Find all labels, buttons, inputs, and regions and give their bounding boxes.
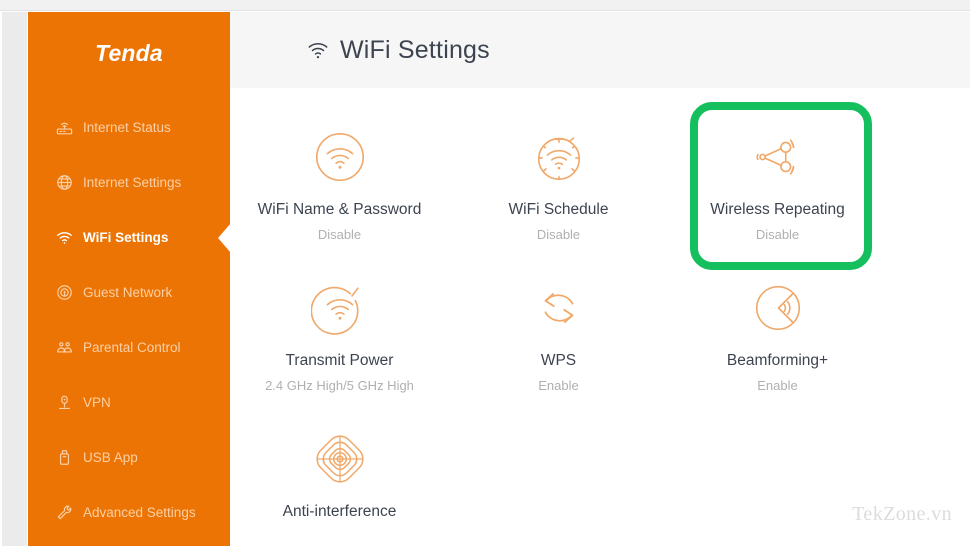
tile-wireless-repeating[interactable]: Wireless Repeating Disable bbox=[668, 102, 887, 270]
tile-label: Beamforming+ bbox=[726, 352, 829, 369]
sidebar-item-label: VPN bbox=[83, 395, 111, 410]
tile-label: Transmit Power bbox=[285, 352, 394, 369]
wifi-icon bbox=[54, 228, 74, 248]
sidebar-item-guest-network[interactable]: Guest Network bbox=[28, 265, 230, 320]
sidebar-item-label: USB App bbox=[83, 450, 138, 465]
anti-interference-icon bbox=[309, 428, 371, 490]
sidebar: Tenda Internet Status Internet Settings … bbox=[28, 12, 231, 546]
page-title: WiFi Settings bbox=[340, 35, 490, 64]
tile-status: Disable bbox=[317, 227, 362, 242]
tile-status: Enable bbox=[757, 378, 798, 393]
sidebar-item-wifi-settings[interactable]: WiFi Settings bbox=[28, 210, 231, 265]
beamforming-icon bbox=[747, 277, 809, 339]
tile-beamforming-plus[interactable]: Beamforming+ Enable bbox=[668, 257, 887, 408]
wireless-repeating-icon bbox=[747, 126, 809, 188]
sidebar-item-label: Guest Network bbox=[83, 285, 173, 300]
tile-wifi-schedule[interactable]: WiFi Schedule Disable bbox=[449, 106, 668, 257]
tile-label: Anti-interference bbox=[282, 503, 397, 520]
vpn-icon bbox=[54, 393, 74, 413]
sidebar-item-internet-status[interactable]: Internet Status bbox=[28, 100, 230, 155]
parental-icon bbox=[54, 338, 74, 358]
sidebar-item-label: Parental Control bbox=[83, 340, 181, 355]
tile-status: 2.4 GHz High/5 GHz High bbox=[265, 378, 414, 393]
tile-wifi-name-password[interactable]: WiFi Name & Password Disable bbox=[230, 106, 449, 257]
sidebar-nav: Internet Status Internet Settings WiFi S… bbox=[28, 100, 231, 540]
tenda-logo: Tenda bbox=[95, 40, 163, 66]
content-area: WiFi Settings WiFi Name & Password Disab… bbox=[230, 12, 970, 546]
transmit-power-icon bbox=[309, 277, 371, 339]
wifi-clock-icon bbox=[528, 126, 590, 188]
tile-row: WiFi Name & Password Disable WiFi Schedu… bbox=[230, 102, 970, 270]
sidebar-item-label: Advanced Settings bbox=[83, 505, 196, 520]
page-header: WiFi Settings bbox=[230, 12, 970, 88]
sidebar-item-label: WiFi Settings bbox=[83, 230, 169, 245]
tile-row: Transmit Power 2.4 GHz High/5 GHz High W… bbox=[230, 257, 970, 408]
sidebar-item-parental-control[interactable]: Parental Control bbox=[28, 320, 230, 375]
tile-label: WiFi Name & Password bbox=[257, 201, 422, 218]
left-gutter bbox=[0, 12, 27, 546]
tile-transmit-power[interactable]: Transmit Power 2.4 GHz High/5 GHz High bbox=[230, 257, 449, 408]
wifi-circle-icon bbox=[309, 126, 371, 188]
tile-row: Anti-interference bbox=[230, 408, 970, 546]
sidebar-item-advanced-settings[interactable]: Advanced Settings bbox=[28, 485, 230, 540]
tile-label: WiFi Schedule bbox=[508, 201, 609, 218]
browser-top-strip bbox=[0, 0, 970, 11]
tile-status: Disable bbox=[536, 227, 581, 242]
wrench-icon bbox=[54, 503, 74, 523]
sidebar-item-label: Internet Settings bbox=[83, 175, 182, 190]
tile-grid: WiFi Name & Password Disable WiFi Schedu… bbox=[230, 88, 970, 546]
router-icon bbox=[54, 118, 74, 138]
sidebar-item-vpn[interactable]: VPN bbox=[28, 375, 230, 430]
tile-label: WPS bbox=[540, 352, 577, 369]
sidebar-item-label: Internet Status bbox=[83, 120, 171, 135]
tile-label: Wireless Repeating bbox=[710, 201, 845, 218]
wifi-icon bbox=[305, 37, 331, 63]
tile-wps[interactable]: WPS Enable bbox=[449, 257, 668, 408]
tile-anti-interference[interactable]: Anti-interference bbox=[230, 408, 449, 546]
tile-status: Disable bbox=[755, 227, 800, 242]
usb-icon bbox=[54, 448, 74, 468]
guest-network-icon bbox=[54, 283, 74, 303]
sidebar-item-usb-app[interactable]: USB App bbox=[28, 430, 230, 485]
sidebar-item-internet-settings[interactable]: Internet Settings bbox=[28, 155, 230, 210]
wps-sync-icon bbox=[528, 277, 590, 339]
tile-status: Enable bbox=[538, 378, 579, 393]
globe-icon bbox=[54, 173, 74, 193]
app-root: Tenda Internet Status Internet Settings … bbox=[0, 0, 970, 546]
